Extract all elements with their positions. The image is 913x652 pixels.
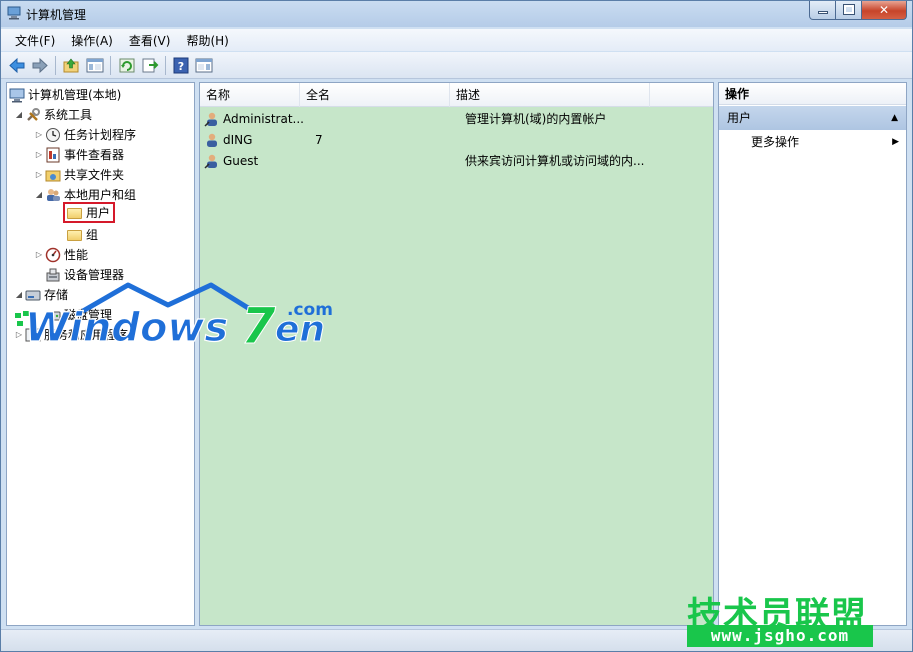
up-folder-icon[interactable] (61, 56, 81, 75)
tree-label: 用户 (86, 206, 111, 220)
shared-folder-icon (45, 170, 61, 181)
submenu-arrow-icon: ▶ (892, 137, 899, 147)
tree-label: 事件查看器 (64, 148, 125, 162)
tree-label: 共享文件夹 (64, 168, 125, 182)
menu-view[interactable]: 查看(V) (121, 32, 179, 49)
maximize-icon (843, 4, 855, 15)
event-viewer-icon (46, 147, 60, 162)
svg-text:7: 7 (241, 297, 276, 349)
more-actions-label: 更多操作 (751, 135, 800, 149)
tree-item-system-tools[interactable]: ◢ 系统工具 (13, 105, 92, 124)
tree-item-groups[interactable]: 组 (67, 225, 98, 244)
actions-section-label: 用户 (727, 111, 752, 125)
actions-pane: 操作 用户 ▲ 更多操作 ▶ (718, 82, 907, 626)
expand-arrow-icon[interactable]: ▷ (33, 150, 45, 159)
tools-icon (27, 107, 40, 121)
windows7en-watermark: Windows 7 en .com (15, 282, 333, 349)
cell-fullname: 7 (315, 132, 323, 147)
folder-icon (67, 227, 83, 243)
tree-item-users[interactable]: 用户 (63, 202, 116, 223)
tree-label: 性能 (64, 248, 89, 262)
tree-label: 系统工具 (44, 108, 93, 122)
minimize-icon (818, 11, 828, 14)
cell-name: dING (223, 132, 253, 147)
action-pane-icon[interactable] (194, 56, 214, 75)
actions-section-users[interactable]: 用户 ▲ (719, 106, 906, 130)
close-icon: ✕ (878, 3, 890, 17)
watermark-url: www.jsgho.com (687, 625, 873, 647)
back-icon[interactable] (7, 56, 27, 75)
list-row-ding[interactable]: dING 7 (204, 129, 709, 150)
expand-arrow-icon[interactable]: ▷ (33, 170, 45, 179)
list-row-administrator[interactable]: Administrat... 管理计算机(域)的内置帐户 (204, 108, 709, 129)
user-icon (204, 112, 217, 127)
tree-label: 本地用户和组 (64, 188, 137, 202)
expand-arrow-icon[interactable]: ▷ (33, 130, 45, 139)
svg-text:Windows: Windows (25, 305, 228, 349)
refresh-icon[interactable] (117, 56, 137, 75)
menu-help[interactable]: 帮助(H) (178, 32, 236, 49)
selection-outline: 用户 (63, 202, 116, 223)
clock-icon (46, 127, 60, 142)
toolbar-separator (55, 56, 56, 75)
column-header-name[interactable]: 名称 (200, 83, 300, 107)
expand-arrow-icon[interactable]: ▷ (33, 250, 45, 259)
tree-item-performance[interactable]: ▷ 性能 (33, 245, 88, 264)
caption-buttons: ✕ (809, 1, 907, 20)
performance-icon (45, 247, 61, 262)
column-header-description[interactable]: 描述 (450, 83, 650, 107)
user-list-pane: 名称 全名 描述 Administrat... 管理计算机(域)的内置帐户 dI… (199, 82, 714, 626)
user-icon (207, 133, 217, 147)
menu-file[interactable]: 文件(F) (7, 32, 63, 49)
more-actions-item[interactable]: 更多操作 ▶ (719, 131, 906, 153)
toolbar-separator (110, 56, 111, 75)
tree-label: 组 (86, 228, 99, 242)
collapse-arrow-icon[interactable]: ◢ (33, 190, 45, 199)
computer-management-icon (7, 6, 21, 20)
jsgho-watermark: 技术员联盟 www.jsgho.com (685, 587, 873, 649)
tree-label: 计算机管理(本地) (28, 88, 122, 102)
svg-text:.com: .com (287, 300, 333, 320)
users-group-icon (47, 188, 60, 201)
folder-icon (67, 205, 83, 221)
window-title: 计算机管理 (26, 8, 87, 22)
cell-description: 管理计算机(域)的内置帐户 (465, 112, 607, 126)
cell-description: 供来宾访问计算机或访问域的内... (465, 154, 645, 168)
collapse-up-icon[interactable]: ▲ (891, 106, 898, 130)
list-row-guest[interactable]: Guest 供来宾访问计算机或访问域的内... (204, 150, 709, 171)
close-button[interactable]: ✕ (862, 1, 907, 20)
tree-item-task-scheduler[interactable]: ▷ 任务计划程序 (33, 125, 136, 144)
tree-label: 任务计划程序 (64, 128, 137, 142)
toolbar: ? (1, 52, 912, 79)
computer-management-window: 计算机管理 ✕ 文件(F) 操作(A) 查看(V) 帮助(H) ? 计算机管理(… (0, 0, 913, 652)
collapse-arrow-icon[interactable]: ◢ (13, 110, 25, 119)
list-header: 名称 全名 描述 (200, 83, 713, 107)
help-icon[interactable]: ? (171, 56, 191, 75)
console-tree: 计算机管理(本地) ◢ 系统工具 ▷ 任务计划程序 ▷ 事件查看器 ▷ 共享文件… (6, 82, 195, 626)
menu-bar: 文件(F) 操作(A) 查看(V) 帮助(H) (1, 29, 912, 51)
svg-text:?: ? (178, 60, 184, 73)
tree-item-computer-management[interactable]: 计算机管理(本地) (9, 85, 121, 104)
tree-item-event-viewer[interactable]: ▷ 事件查看器 (33, 145, 124, 164)
actions-header: 操作 (719, 83, 906, 105)
title-bar[interactable]: 计算机管理 ✕ (1, 1, 912, 27)
cell-name: Guest (223, 153, 259, 168)
toolbar-separator (165, 56, 166, 75)
export-list-icon[interactable] (140, 56, 160, 75)
cell-name: Administrat... (223, 111, 304, 126)
tree-item-shared-folders[interactable]: ▷ 共享文件夹 (33, 165, 124, 184)
column-header-fullname[interactable]: 全名 (300, 83, 450, 107)
user-icon (204, 154, 217, 169)
maximize-button[interactable] (836, 1, 862, 20)
show-hide-tree-icon[interactable] (85, 56, 105, 75)
computer-icon (9, 88, 25, 102)
forward-icon[interactable] (30, 56, 50, 75)
minimize-button[interactable] (809, 1, 836, 20)
menu-action[interactable]: 操作(A) (63, 32, 121, 49)
